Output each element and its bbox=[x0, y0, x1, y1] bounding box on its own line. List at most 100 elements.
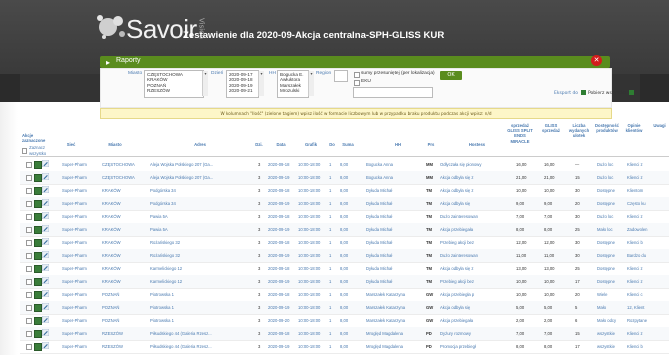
region-select[interactable] bbox=[334, 70, 348, 82]
cell-v5: 12, Klient bbox=[627, 305, 645, 310]
edit-pencil-icon[interactable] bbox=[41, 250, 50, 259]
col-header-dostepnosc[interactable]: Dostępność produktów bbox=[595, 123, 619, 160]
sum-per-location-checkbox[interactable] bbox=[354, 72, 360, 78]
close-button[interactable]: ✕ bbox=[591, 55, 602, 66]
cell-siec: Super-Pharm bbox=[62, 279, 87, 284]
row-checkbox[interactable] bbox=[26, 331, 32, 337]
city-option[interactable]: RZESZÓW bbox=[147, 88, 201, 93]
edit-pencil-icon[interactable] bbox=[41, 159, 50, 168]
row-checkbox[interactable] bbox=[26, 305, 32, 311]
table-row: Super-Pharm CZĘSTOCHOWA Aleja Wojska Polsk… bbox=[20, 158, 669, 172]
row-details-icon[interactable] bbox=[34, 291, 42, 299]
city-listbox[interactable]: CZĘSTOCHOWA KRAKÓW POZNAŃ RZESZÓW bbox=[144, 70, 204, 98]
col-header-uwagi[interactable]: Uwagi bbox=[650, 123, 669, 160]
cell-prs: TM bbox=[426, 201, 433, 206]
cell-dz: 3 bbox=[258, 214, 261, 219]
row-checkbox[interactable] bbox=[26, 188, 32, 194]
row-details-icon[interactable] bbox=[34, 213, 42, 221]
row-checkbox[interactable] bbox=[26, 292, 32, 298]
select-all-checkbox[interactable] bbox=[22, 147, 28, 154]
excel-all-icon[interactable] bbox=[628, 90, 634, 95]
row-details-icon[interactable] bbox=[34, 174, 42, 182]
edit-pencil-icon[interactable] bbox=[41, 237, 50, 246]
edit-pencil-icon[interactable] bbox=[41, 185, 50, 194]
edit-pencil-icon[interactable] bbox=[41, 328, 50, 337]
row-details-icon[interactable] bbox=[34, 317, 42, 325]
day-scrollbar[interactable]: ▾ bbox=[258, 71, 264, 96]
cell-data: 2020-09-19 bbox=[268, 175, 290, 180]
cell-suma: 8,00 bbox=[340, 305, 349, 310]
edit-pencil-icon[interactable] bbox=[41, 172, 50, 181]
cell-hostess: Odłyczała się pionowy bbox=[440, 162, 482, 167]
cell-v3: 30 bbox=[575, 214, 580, 219]
city-scrollbar[interactable]: ▾ bbox=[202, 71, 208, 96]
day-option[interactable]: 2020-09-21 bbox=[229, 88, 256, 93]
eku-checkbox[interactable] bbox=[354, 80, 360, 86]
edit-pencil-icon[interactable] bbox=[41, 224, 50, 233]
row-details-icon[interactable] bbox=[34, 330, 42, 338]
edit-pencil-icon[interactable] bbox=[41, 276, 50, 285]
edit-pencil-icon[interactable] bbox=[41, 263, 50, 272]
row-checkbox[interactable] bbox=[26, 162, 32, 168]
day-label: Dzień bbox=[211, 71, 224, 76]
cell-v1: 12,00 bbox=[516, 240, 527, 245]
row-details-icon[interactable] bbox=[34, 239, 42, 247]
hh-label: HH bbox=[269, 71, 276, 76]
cell-grafik: 10:00-18:00 bbox=[298, 318, 321, 323]
row-checkbox[interactable] bbox=[26, 318, 32, 324]
cell-v2: 9,00 bbox=[544, 201, 553, 206]
row-details-icon[interactable] bbox=[34, 226, 42, 234]
row-checkbox[interactable] bbox=[26, 266, 32, 272]
cell-hostess: Akcja odbyła się bbox=[440, 305, 471, 310]
row-details-icon[interactable] bbox=[34, 161, 42, 169]
row-checkbox[interactable] bbox=[26, 240, 32, 246]
row-checkbox[interactable] bbox=[26, 227, 32, 233]
cell-v3: 17 bbox=[575, 344, 580, 349]
row-checkbox[interactable] bbox=[26, 214, 32, 220]
row-checkbox[interactable] bbox=[26, 279, 32, 285]
col-header-gliss-sprzedaz[interactable]: GLISS sprzedaż bbox=[540, 123, 562, 160]
row-details-icon[interactable] bbox=[34, 252, 42, 260]
row-details-icon[interactable] bbox=[34, 187, 42, 195]
hh-listbox[interactable]: Bogucka E. Awłuktora Marszałek Mrozulski bbox=[277, 70, 309, 98]
row-checkbox[interactable] bbox=[26, 175, 32, 181]
cell-prs: TM bbox=[426, 279, 433, 284]
col-header-opinie[interactable]: Opinie klientów bbox=[623, 123, 645, 160]
row-details-icon[interactable] bbox=[34, 278, 42, 286]
row-checkbox[interactable] bbox=[26, 201, 32, 207]
edit-pencil-icon[interactable] bbox=[41, 341, 50, 350]
cell-v2: 7,00 bbox=[544, 214, 553, 219]
edit-pencil-icon[interactable] bbox=[41, 211, 50, 220]
cell-v3: — bbox=[575, 162, 580, 167]
edit-pencil-icon[interactable] bbox=[41, 289, 50, 298]
cell-prs: GW bbox=[426, 318, 434, 323]
bulk-actions-label[interactable]: Akcje zaznaczone bbox=[22, 133, 56, 143]
col-header-sprzedaz-split[interactable]: sprzedaż GLISS SPLIT ENDS MIRACLE bbox=[506, 123, 534, 160]
region-input[interactable] bbox=[353, 87, 433, 98]
hh-scrollbar[interactable]: ▾ bbox=[308, 71, 314, 96]
cell-miasto: KRAKÓW bbox=[102, 188, 121, 193]
cell-suma: 8,00 bbox=[340, 253, 349, 258]
row-details-icon[interactable] bbox=[34, 304, 42, 312]
row-details-icon[interactable] bbox=[34, 265, 42, 273]
cell-siec: Super-Pharm bbox=[62, 266, 87, 271]
row-details-icon[interactable] bbox=[34, 200, 42, 208]
row-details-icon[interactable] bbox=[34, 343, 42, 351]
edit-pencil-icon[interactable] bbox=[41, 198, 50, 207]
excel-icon[interactable] bbox=[580, 90, 586, 95]
row-checkbox[interactable] bbox=[26, 344, 32, 350]
edit-pencil-icon[interactable] bbox=[41, 315, 50, 324]
cell-do: 1 bbox=[329, 253, 332, 258]
col-header-ulotki[interactable]: Liczba wydanych ulotek bbox=[568, 123, 590, 160]
edit-pencil-icon[interactable] bbox=[41, 302, 50, 311]
cell-siec: Super-Pharm bbox=[62, 292, 87, 297]
cell-data: 2020-09-19 bbox=[268, 305, 290, 310]
hh-option[interactable]: Mrozulski bbox=[280, 88, 306, 93]
reports-nav-bar[interactable]: ▸ Raporty bbox=[100, 56, 610, 68]
export-all-link[interactable]: Pobierz wszystko bbox=[588, 91, 626, 96]
day-listbox[interactable]: 2020-09-17 2020-09-18 2020-09-19 2020-09… bbox=[226, 70, 259, 98]
cell-suma: 8,00 bbox=[340, 214, 349, 219]
row-checkbox[interactable] bbox=[26, 253, 32, 259]
ok-button[interactable]: OK bbox=[440, 71, 462, 80]
cell-miasto: KRAKÓW bbox=[102, 227, 121, 232]
